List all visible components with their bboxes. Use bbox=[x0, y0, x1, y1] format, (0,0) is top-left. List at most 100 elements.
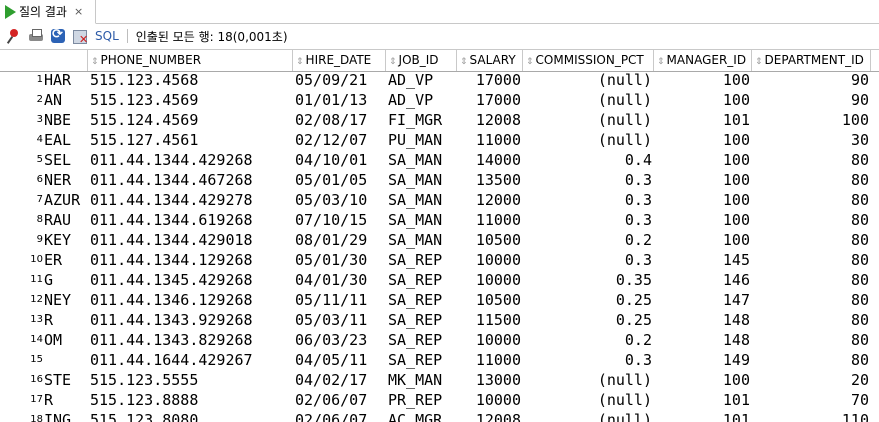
cell-manager-id[interactable]: 100 bbox=[654, 170, 752, 190]
sql-button[interactable]: SQL bbox=[95, 29, 119, 43]
cell-department-id[interactable]: 80 bbox=[752, 250, 871, 270]
cell-phone-number[interactable]: 011.44.1344.429268 bbox=[88, 150, 293, 170]
cell-salary[interactable]: 10000 bbox=[457, 330, 523, 350]
close-icon[interactable]: × bbox=[74, 5, 83, 18]
table-row[interactable]: 6 NER 011.44.1344.467268 05/01/05 SA_MAN 1350… bbox=[0, 170, 879, 190]
cell-manager-id[interactable]: 147 bbox=[654, 290, 752, 310]
column-header-salary[interactable]: ⇕ SALARY bbox=[457, 50, 523, 71]
cell-commission-pct[interactable]: 0.2 bbox=[523, 330, 654, 350]
cell-commission-pct[interactable]: (null) bbox=[523, 130, 654, 150]
table-row[interactable]: 15 011.44.1644.429267 04/05/11 SA_REP 11000 0… bbox=[0, 350, 879, 370]
sort-icon[interactable]: ⇕ bbox=[460, 57, 468, 67]
truncated-cell[interactable]: R bbox=[42, 310, 88, 330]
cell-manager-id[interactable]: 145 bbox=[654, 250, 752, 270]
cell-salary[interactable]: 13000 bbox=[457, 370, 523, 390]
cell-department-id[interactable]: 80 bbox=[752, 150, 871, 170]
cell-phone-number[interactable]: 515.123.4568 bbox=[88, 70, 293, 90]
cell-commission-pct[interactable]: (null) bbox=[523, 70, 654, 90]
cell-commission-pct[interactable]: 0.4 bbox=[523, 150, 654, 170]
cell-phone-number[interactable]: 011.44.1344.467268 bbox=[88, 170, 293, 190]
cell-manager-id[interactable]: 148 bbox=[654, 330, 752, 350]
cell-job-id[interactable]: SA_REP bbox=[386, 250, 457, 270]
truncated-cell[interactable]: NEY bbox=[42, 290, 88, 310]
cell-hire-date[interactable]: 05/03/11 bbox=[293, 310, 386, 330]
column-header-phone-number[interactable]: ⇕ PHONE_NUMBER bbox=[88, 50, 293, 71]
table-row[interactable]: 13 R 011.44.1343.929268 05/03/11 SA_REP 11500… bbox=[0, 310, 879, 330]
truncated-cell[interactable]: KEY bbox=[42, 230, 88, 250]
cell-phone-number[interactable]: 011.44.1343.929268 bbox=[88, 310, 293, 330]
cell-manager-id[interactable]: 101 bbox=[654, 110, 752, 130]
cell-salary[interactable]: 11500 bbox=[457, 310, 523, 330]
cell-job-id[interactable]: FI_MGR bbox=[386, 110, 457, 130]
cell-department-id[interactable]: 80 bbox=[752, 330, 871, 350]
sort-icon[interactable]: ⇕ bbox=[526, 57, 534, 67]
cell-salary[interactable]: 10000 bbox=[457, 390, 523, 410]
cell-commission-pct[interactable]: (null) bbox=[523, 110, 654, 130]
refresh-icon[interactable] bbox=[50, 27, 66, 44]
cell-manager-id[interactable]: 101 bbox=[654, 410, 752, 422]
truncated-cell[interactable]: NBE bbox=[42, 110, 88, 130]
cell-department-id[interactable]: 80 bbox=[752, 290, 871, 310]
truncated-cell[interactable]: AN bbox=[42, 90, 88, 110]
table-row[interactable]: 7 AZUR 011.44.1344.429278 05/03/10 SA_MAN 120… bbox=[0, 190, 879, 210]
cell-salary[interactable]: 10500 bbox=[457, 290, 523, 310]
truncated-cell[interactable]: G bbox=[42, 270, 88, 290]
truncated-cell[interactable]: ING bbox=[42, 410, 88, 422]
cell-job-id[interactable]: SA_REP bbox=[386, 310, 457, 330]
cell-salary[interactable]: 10000 bbox=[457, 250, 523, 270]
cell-salary[interactable]: 12000 bbox=[457, 190, 523, 210]
cell-job-id[interactable]: MK_MAN bbox=[386, 370, 457, 390]
truncated-cell[interactable]: OM bbox=[42, 330, 88, 350]
cell-hire-date[interactable]: 05/09/21 bbox=[293, 70, 386, 90]
cell-job-id[interactable]: AC_MGR bbox=[386, 410, 457, 422]
cell-hire-date[interactable]: 05/01/05 bbox=[293, 170, 386, 190]
cell-department-id[interactable]: 80 bbox=[752, 270, 871, 290]
cell-hire-date[interactable]: 04/01/30 bbox=[293, 270, 386, 290]
cell-hire-date[interactable]: 04/10/01 bbox=[293, 150, 386, 170]
cell-hire-date[interactable]: 01/01/13 bbox=[293, 90, 386, 110]
cell-job-id[interactable]: SA_REP bbox=[386, 350, 457, 370]
cell-phone-number[interactable]: 011.44.1343.829268 bbox=[88, 330, 293, 350]
cell-phone-number[interactable]: 515.123.4569 bbox=[88, 90, 293, 110]
cell-salary[interactable]: 11000 bbox=[457, 130, 523, 150]
cell-department-id[interactable]: 80 bbox=[752, 190, 871, 210]
table-row[interactable]: 2 AN 515.123.4569 01/01/13 AD_VP 17000 (null) 1… bbox=[0, 90, 879, 110]
column-header-job-id[interactable]: ⇕ JOB_ID bbox=[386, 50, 457, 71]
cell-department-id[interactable]: 90 bbox=[752, 70, 871, 90]
table-row[interactable]: 5 SEL 011.44.1344.429268 04/10/01 SA_MAN 1400… bbox=[0, 150, 879, 170]
cell-phone-number[interactable]: 011.44.1344.429278 bbox=[88, 190, 293, 210]
cell-salary[interactable]: 14000 bbox=[457, 150, 523, 170]
truncated-cell[interactable]: NER bbox=[42, 170, 88, 190]
cell-department-id[interactable]: 30 bbox=[752, 130, 871, 150]
cell-commission-pct[interactable]: 0.3 bbox=[523, 350, 654, 370]
cell-commission-pct[interactable]: (null) bbox=[523, 390, 654, 410]
cell-phone-number[interactable]: 011.44.1346.129268 bbox=[88, 290, 293, 310]
pin-icon[interactable] bbox=[6, 28, 22, 44]
cell-department-id[interactable]: 70 bbox=[752, 390, 871, 410]
cell-job-id[interactable]: AD_VP bbox=[386, 90, 457, 110]
cell-salary[interactable]: 13500 bbox=[457, 170, 523, 190]
cell-hire-date[interactable]: 06/03/23 bbox=[293, 330, 386, 350]
clear-icon[interactable] bbox=[72, 28, 88, 46]
cell-manager-id[interactable]: 100 bbox=[654, 370, 752, 390]
table-row[interactable]: 9 KEY 011.44.1344.429018 08/01/29 SA_MAN 1050… bbox=[0, 230, 879, 250]
cell-manager-id[interactable]: 101 bbox=[654, 390, 752, 410]
cell-commission-pct[interactable]: (null) bbox=[523, 90, 654, 110]
cell-hire-date[interactable]: 02/12/07 bbox=[293, 130, 386, 150]
cell-phone-number[interactable]: 515.123.8888 bbox=[88, 390, 293, 410]
cell-salary[interactable]: 17000 bbox=[457, 70, 523, 90]
cell-hire-date[interactable]: 07/10/15 bbox=[293, 210, 386, 230]
truncated-cell[interactable]: R bbox=[42, 390, 88, 410]
print-icon[interactable] bbox=[28, 28, 44, 44]
cell-manager-id[interactable]: 100 bbox=[654, 150, 752, 170]
cell-job-id[interactable]: SA_MAN bbox=[386, 150, 457, 170]
cell-manager-id[interactable]: 149 bbox=[654, 350, 752, 370]
cell-hire-date[interactable]: 04/05/11 bbox=[293, 350, 386, 370]
truncated-cell[interactable]: EAL bbox=[42, 130, 88, 150]
sort-icon[interactable]: ⇕ bbox=[91, 57, 99, 67]
cell-commission-pct[interactable]: 0.2 bbox=[523, 230, 654, 250]
cell-salary[interactable]: 11000 bbox=[457, 210, 523, 230]
cell-manager-id[interactable]: 100 bbox=[654, 190, 752, 210]
cell-salary[interactable]: 17000 bbox=[457, 90, 523, 110]
table-row[interactable]: 18 ING 515.123.8080 02/06/07 AC_MGR 12008 (nul… bbox=[0, 410, 879, 422]
